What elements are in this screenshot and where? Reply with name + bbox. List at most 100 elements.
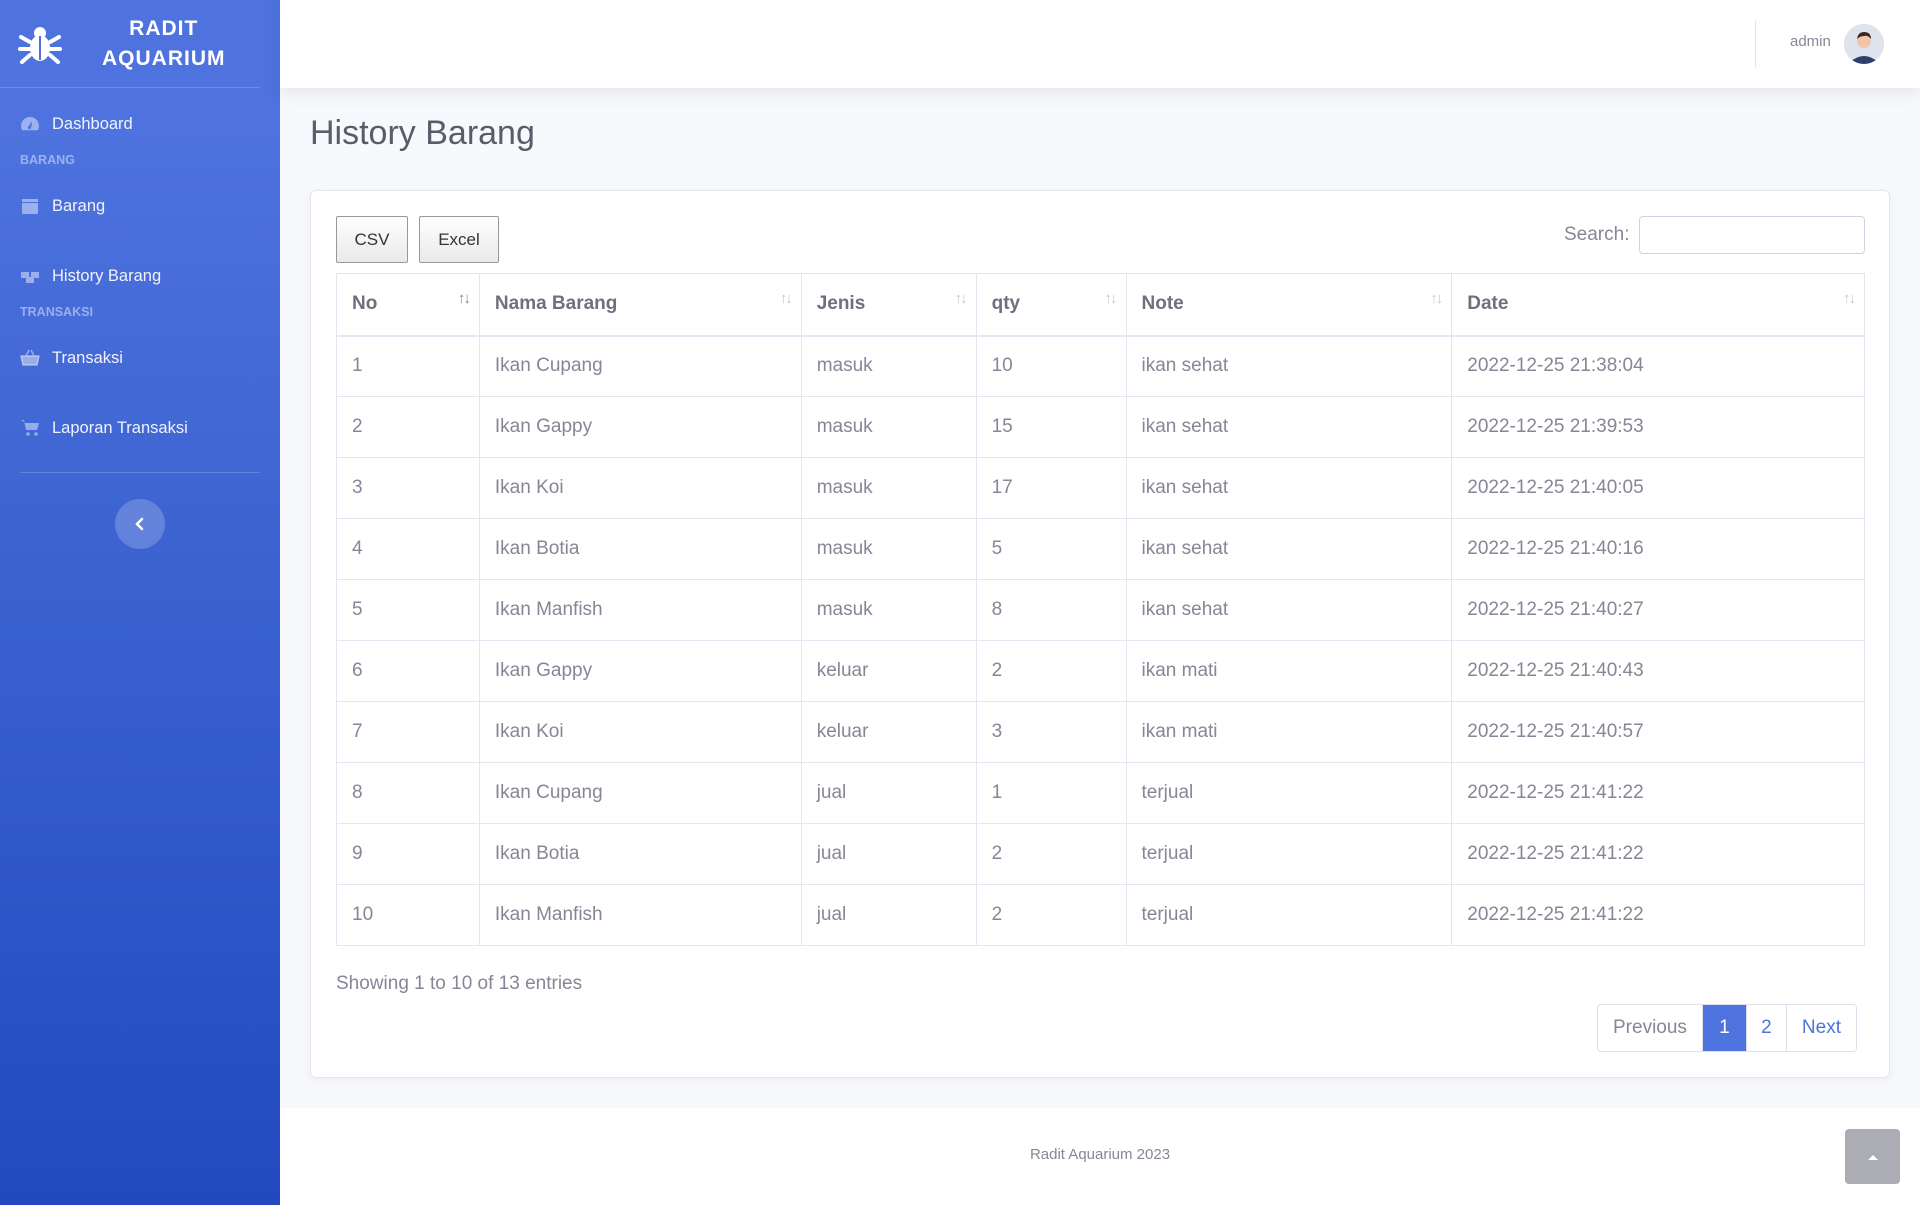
table-row: 6 Ikan Gappy keluar 2 ikan mati 2022-12-25 21… xyxy=(336,640,1865,702)
table-cell: 17 xyxy=(975,457,1127,519)
sidebar-item-history-barang[interactable]: History Barang xyxy=(0,250,280,302)
basket-icon xyxy=(20,349,40,366)
table-cell: 4 xyxy=(336,518,480,580)
table-cell: Ikan Gappy xyxy=(478,396,802,458)
column-header-jenis[interactable]: Jenis ↑↓ xyxy=(800,273,977,337)
table-cell: Ikan Cupang xyxy=(478,335,802,397)
table-cell: Ikan Cupang xyxy=(478,762,802,824)
column-header-label: Nama Barang xyxy=(494,293,618,315)
sidebar-item-label: Dashboard xyxy=(52,114,133,133)
box-icon xyxy=(22,199,38,214)
table-cell: masuk xyxy=(800,518,977,580)
tachometer-icon xyxy=(21,117,39,131)
history-table: No ↑↓ Nama Barang ↑↓ Jenis ↑↓ qty ↑↓ Note ↑↓ … xyxy=(336,273,1865,946)
avatar[interactable] xyxy=(1844,24,1884,64)
sidebar-item-label: Laporan Transaksi xyxy=(52,418,188,437)
sort-icon: ↑↓ xyxy=(779,290,793,307)
column-header-date[interactable]: Date ↑↓ xyxy=(1451,273,1865,337)
bug-icon xyxy=(18,26,62,64)
table-cell: 5 xyxy=(975,518,1127,580)
table-cell: 8 xyxy=(975,579,1127,641)
table-cell: 2022-12-25 21:39:53 xyxy=(1451,396,1865,458)
table-row: 7 Ikan Koi keluar 3 ikan mati 2022-12-25 21:4… xyxy=(336,701,1865,763)
table-cell: ikan sehat xyxy=(1125,335,1453,397)
excel-button[interactable]: Excel xyxy=(419,216,499,263)
table-cell: Ikan Gappy xyxy=(478,640,802,702)
table-cell: keluar xyxy=(800,701,977,763)
table-cell: terjual xyxy=(1125,884,1453,946)
column-header-nama-barang[interactable]: Nama Barang ↑↓ xyxy=(478,273,802,337)
column-header-label: Date xyxy=(1467,293,1509,315)
topbar-divider xyxy=(1755,20,1756,68)
table-cell: Ikan Manfish xyxy=(478,884,802,946)
search-label: Search: xyxy=(1564,224,1630,245)
table-cell: 7 xyxy=(336,701,480,763)
user-avatar-icon xyxy=(1844,24,1884,64)
table-cell: ikan sehat xyxy=(1125,579,1453,641)
scroll-to-top-button[interactable] xyxy=(1845,1129,1900,1184)
search-input[interactable] xyxy=(1639,216,1865,254)
table-cell: 9 xyxy=(336,823,480,885)
table-cell: 5 xyxy=(336,579,480,641)
table-cell: masuk xyxy=(800,457,977,519)
table-cell: 2022-12-25 21:38:04 xyxy=(1451,335,1865,397)
sidebar-item-transaksi[interactable]: Transaksi xyxy=(0,332,280,384)
topbar: admin xyxy=(280,0,1920,88)
pagination-previous[interactable]: Previous xyxy=(1598,1005,1703,1051)
table-header-row: No ↑↓ Nama Barang ↑↓ Jenis ↑↓ qty ↑↓ Note ↑↓ … xyxy=(336,273,1865,337)
column-header-note[interactable]: Note ↑↓ xyxy=(1125,273,1453,337)
table-cell: 2 xyxy=(975,640,1127,702)
sidebar-item-label: History Barang xyxy=(52,266,162,285)
table-cell: keluar xyxy=(800,640,977,702)
table-cell: 1 xyxy=(975,762,1127,824)
table-cell: 2022-12-25 21:40:57 xyxy=(1451,701,1865,763)
sidebar: RADIT AQUARIUM Dashboard BARANG Barang H… xyxy=(0,0,280,1205)
brand-link[interactable]: RADIT AQUARIUM xyxy=(0,0,260,88)
brand-name: RADIT AQUARIUM xyxy=(102,14,226,74)
sidebar-heading-transaksi: TRANSAKSI xyxy=(20,305,93,319)
table-info: Showing 1 to 10 of 13 entries xyxy=(336,973,583,994)
table-cell: Ikan Koi xyxy=(478,457,802,519)
pagination-page-1[interactable]: 1 xyxy=(1702,1005,1747,1051)
table-row: 2 Ikan Gappy masuk 15 ikan sehat 2022-12-25 2… xyxy=(336,396,1865,458)
table-cell: ikan sehat xyxy=(1125,457,1453,519)
sidebar-item-barang[interactable]: Barang xyxy=(0,180,280,232)
sidebar-toggle-button[interactable] xyxy=(115,499,165,549)
sidebar-heading-barang: BARANG xyxy=(20,153,75,167)
sort-ascending-icon: ↑↓ xyxy=(457,290,471,307)
sidebar-divider xyxy=(20,472,260,473)
user-name[interactable]: admin xyxy=(1790,33,1831,50)
table-cell: 10 xyxy=(975,335,1127,397)
table-body: 1 Ikan Cupang masuk 10 ikan sehat 2022-12-25 … xyxy=(336,335,1865,946)
column-header-label: Jenis xyxy=(816,293,866,315)
table-cell: masuk xyxy=(800,396,977,458)
column-header-qty[interactable]: qty ↑↓ xyxy=(975,273,1127,337)
table-row: 9 Ikan Botia jual 2 terjual 2022-12-25 21:41:… xyxy=(336,823,1865,885)
sort-icon: ↑↓ xyxy=(1843,290,1856,307)
table-cell: Ikan Manfish xyxy=(478,579,802,641)
table-cell: 2022-12-25 21:40:27 xyxy=(1451,579,1865,641)
table-cell: 10 xyxy=(336,884,480,946)
table-row: 4 Ikan Botia masuk 5 ikan sehat 2022-12-25 21… xyxy=(336,518,1865,580)
table-row: 10 Ikan Manfish jual 2 terjual 2022-12-25 21:… xyxy=(336,884,1865,946)
table-cell: 2022-12-25 21:40:16 xyxy=(1451,518,1865,580)
table-cell: terjual xyxy=(1125,823,1453,885)
pagination-next[interactable]: Next xyxy=(1786,1005,1856,1051)
table-cell: 1 xyxy=(336,335,480,397)
table-cell: jual xyxy=(800,762,977,824)
column-header-no[interactable]: No ↑↓ xyxy=(336,273,480,337)
boxes-icon xyxy=(21,272,39,283)
table-cell: Ikan Koi xyxy=(478,701,802,763)
sidebar-item-laporan-transaksi[interactable]: Laporan Transaksi xyxy=(0,402,280,454)
sidebar-item-dashboard[interactable]: Dashboard xyxy=(0,98,280,150)
table-cell: 2022-12-25 21:41:22 xyxy=(1451,884,1865,946)
table-cell: 15 xyxy=(975,396,1127,458)
chevron-left-icon xyxy=(135,517,144,531)
table-cell: jual xyxy=(800,823,977,885)
pagination-page-2[interactable]: 2 xyxy=(1746,1005,1787,1051)
csv-button[interactable]: CSV xyxy=(336,216,408,263)
footer: Radit Aquarium 2023 xyxy=(280,1108,1920,1205)
table-cell: 6 xyxy=(336,640,480,702)
table-cell: terjual xyxy=(1125,762,1453,824)
table-row: 1 Ikan Cupang masuk 10 ikan sehat 2022-12-25 … xyxy=(336,335,1865,397)
